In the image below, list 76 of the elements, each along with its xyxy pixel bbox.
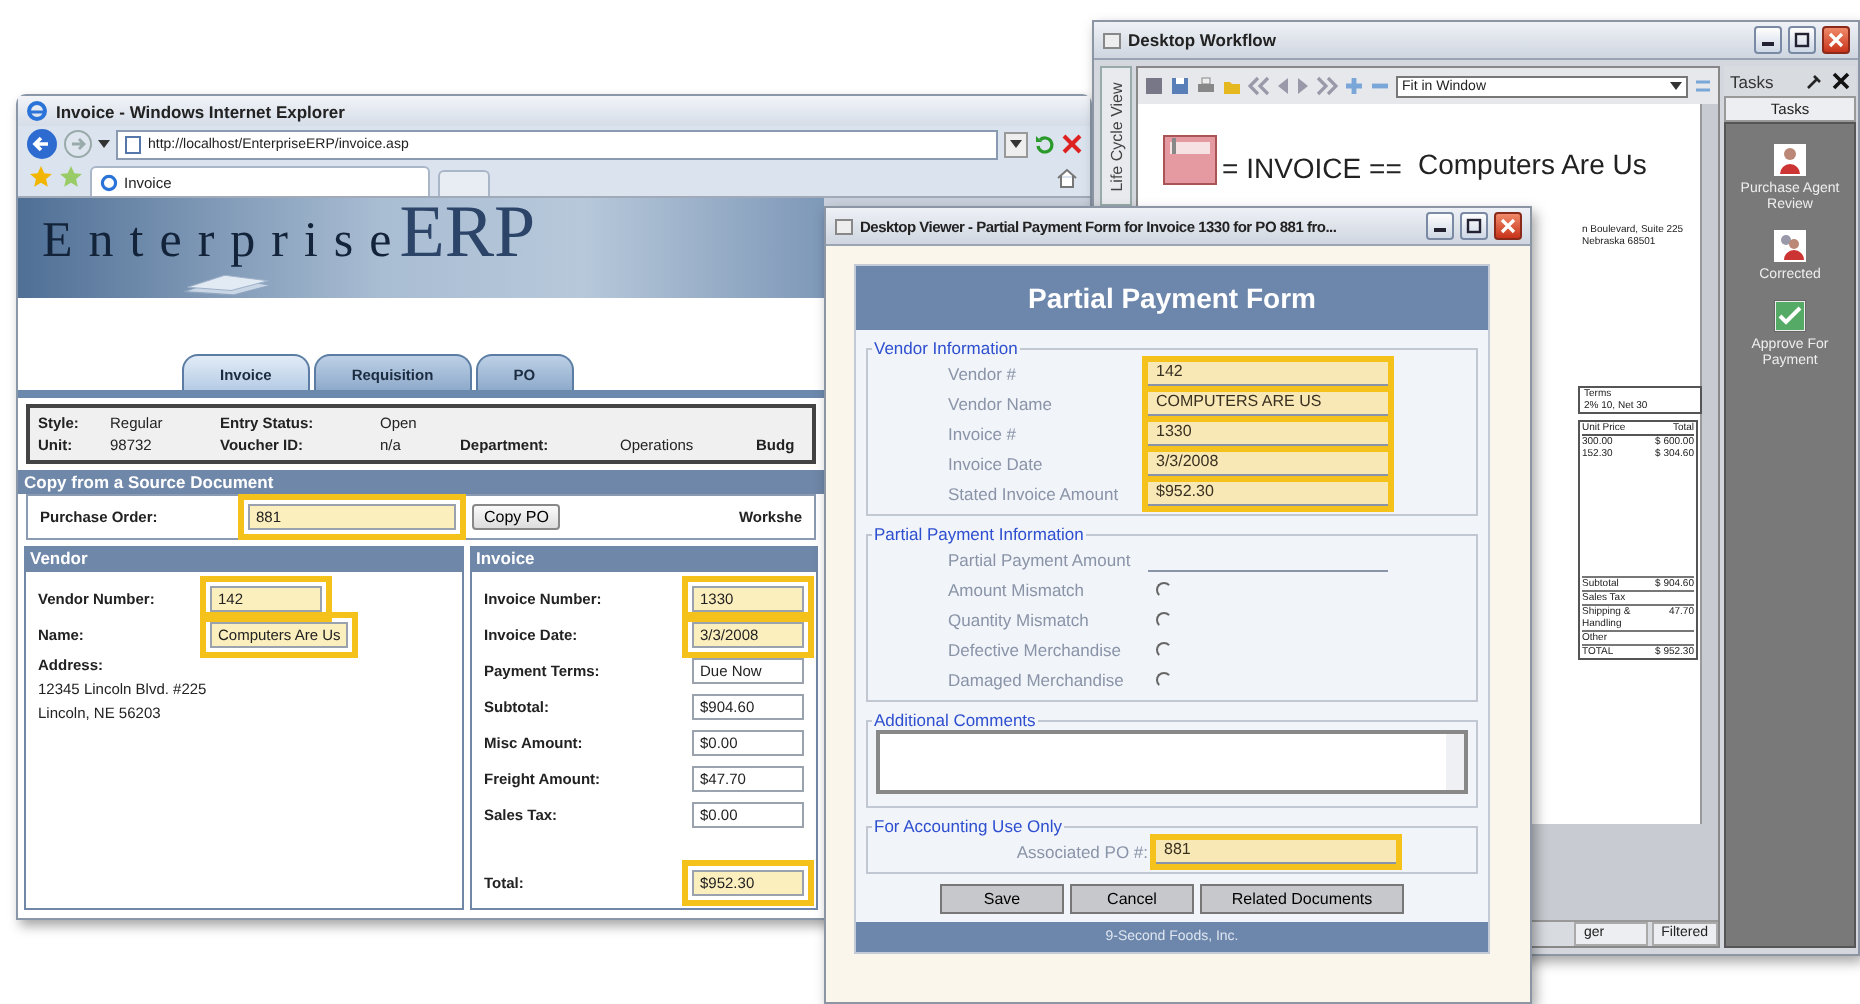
- next-page-icon[interactable]: [1296, 76, 1310, 96]
- app-icon: [1102, 30, 1122, 50]
- company-name: Computers Are Us: [1418, 148, 1647, 180]
- dropdown-button[interactable]: [1004, 131, 1028, 158]
- people-icon[interactable]: [1774, 230, 1806, 262]
- radio-button[interactable]: [1156, 611, 1172, 627]
- window-title: Invoice - Windows Internet Explorer: [56, 101, 345, 122]
- form-button[interactable]: Save: [940, 884, 1064, 914]
- home-icon[interactable]: [1056, 168, 1078, 188]
- option-label: Quantity Mismatch: [946, 609, 1091, 629]
- page-icon[interactable]: [1144, 76, 1164, 96]
- radio-button[interactable]: [1156, 671, 1172, 687]
- note-icon: [1162, 132, 1218, 188]
- field-label: Partial Payment Amount: [946, 549, 1133, 569]
- pane-title: Tasks: [1730, 71, 1774, 91]
- form-button[interactable]: Related Documents: [1200, 884, 1404, 914]
- section-legend: Partial Payment Information: [872, 524, 1086, 544]
- section-header: Invoice: [470, 546, 818, 570]
- minimize-button[interactable]: [1754, 26, 1782, 54]
- checkmark-icon[interactable]: [1774, 300, 1806, 332]
- first-page-icon[interactable]: [1248, 76, 1270, 96]
- copy-po-button[interactable]: Copy PO: [472, 504, 561, 530]
- caret-icon[interactable]: [98, 140, 110, 149]
- zoom-in-icon[interactable]: [1344, 76, 1364, 96]
- close-icon: [1828, 32, 1844, 48]
- form-button[interactable]: Cancel: [1070, 884, 1194, 914]
- maximize-button[interactable]: [1460, 212, 1488, 240]
- last-page-icon[interactable]: [1316, 76, 1338, 96]
- side-tab[interactable]: Life Cycle View: [1100, 66, 1132, 206]
- print-icon[interactable]: [1196, 76, 1216, 96]
- caret-icon: [1010, 140, 1022, 149]
- person-icon[interactable]: [1774, 144, 1806, 176]
- close-button[interactable]: [1494, 212, 1522, 240]
- section-legend: Additional Comments: [872, 710, 1038, 730]
- field-label: Vendor #: [946, 363, 1019, 383]
- save-icon[interactable]: [1170, 76, 1190, 96]
- maximize-icon: [1466, 218, 1482, 234]
- comments-field[interactable]: [876, 730, 1468, 794]
- minimize-button[interactable]: [1426, 212, 1454, 240]
- section-legend: For Accounting Use Only: [872, 816, 1065, 836]
- option-label: Amount Mismatch: [946, 579, 1087, 599]
- maximize-button[interactable]: [1788, 26, 1816, 54]
- radio-button[interactable]: [1156, 581, 1172, 597]
- field-label: Associated PO #:: [1014, 841, 1148, 861]
- input-field[interactable]: 142: [1148, 361, 1388, 385]
- pin-icon[interactable]: [1804, 71, 1824, 91]
- favorites-star-icon[interactable]: [30, 166, 52, 188]
- radio-button[interactable]: [1156, 641, 1172, 657]
- field-label: Vendor Name: [946, 393, 1054, 413]
- refresh-icon[interactable]: [1034, 133, 1056, 156]
- option-label: Damaged Merchandise: [946, 669, 1126, 689]
- close-icon[interactable]: [1832, 72, 1850, 90]
- section-header: Copy from a Source Document: [18, 470, 824, 494]
- form-title: Partial Payment Form: [856, 266, 1488, 330]
- input-field[interactable]: 1330: [1148, 421, 1388, 445]
- previous-page-icon[interactable]: [1276, 76, 1290, 96]
- input-field[interactable]: 3/3/2008: [1148, 451, 1388, 475]
- back-button[interactable]: [26, 128, 58, 161]
- scrollbar[interactable]: [1446, 734, 1464, 790]
- field-label: Invoice #: [946, 423, 1019, 443]
- section-header: Vendor: [24, 546, 464, 570]
- close-icon: [1500, 218, 1516, 234]
- stop-icon[interactable]: [1062, 134, 1082, 155]
- input-field[interactable]: COMPUTERS ARE US: [1148, 391, 1388, 415]
- caret-icon: [1670, 82, 1682, 90]
- lines-icon[interactable]: [1694, 76, 1712, 96]
- field-label: Stated Invoice Amount: [946, 483, 1121, 503]
- app-icon: [834, 216, 854, 236]
- window-title: Desktop Workflow: [1128, 30, 1276, 50]
- field-label: Invoice Date: [946, 453, 1045, 473]
- option-label: Defective Merchandise: [946, 639, 1123, 659]
- maximize-icon: [1794, 32, 1810, 48]
- document-heading: = INVOICE ==: [1222, 152, 1402, 184]
- section-legend: Vendor Information: [872, 338, 1020, 358]
- page-icon: [124, 135, 142, 154]
- close-button[interactable]: [1822, 26, 1850, 54]
